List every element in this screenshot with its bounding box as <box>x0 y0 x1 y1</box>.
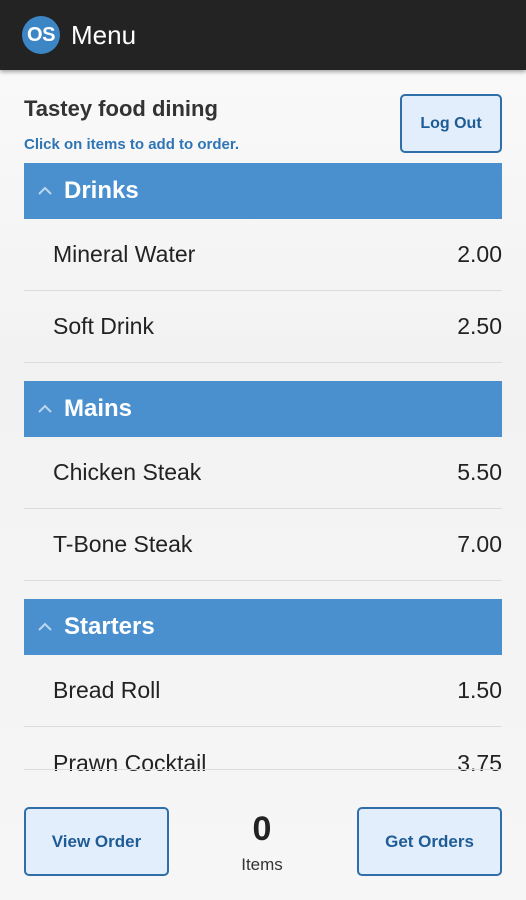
item-price: 1.50 <box>457 677 502 703</box>
item-name: Mineral Water <box>53 241 196 267</box>
menu-item-soft-drink[interactable]: Soft Drink 2.50 <box>24 291 502 363</box>
section-title: Drinks <box>64 177 139 204</box>
logout-button[interactable]: Log Out <box>400 94 502 153</box>
chevron-up-icon <box>38 186 52 195</box>
item-name: Prawn Cocktail <box>53 749 207 776</box>
item-name: Chicken Steak <box>53 459 202 485</box>
item-price: 2.00 <box>457 241 502 267</box>
app-bar: OS Menu <box>0 0 526 70</box>
menu-item-chicken-steak[interactable]: Chicken Steak 5.50 <box>24 437 502 509</box>
chevron-up-icon <box>38 622 52 631</box>
section-header-mains[interactable]: Mains <box>24 381 502 437</box>
item-name: T-Bone Steak <box>53 531 193 557</box>
item-price: 2.50 <box>457 313 502 339</box>
order-item-count-label: Items <box>241 855 283 874</box>
section-title: Mains <box>64 395 133 422</box>
section-header-starters[interactable]: Starters <box>24 599 502 655</box>
menu-item-prawn-cocktail[interactable]: Prawn Cocktail 3.75 <box>24 727 502 799</box>
divider <box>24 769 502 770</box>
chevron-up-icon <box>38 404 52 413</box>
view-order-button[interactable]: View Order <box>24 807 169 876</box>
menu-item-bread-roll[interactable]: Bread Roll 1.50 <box>24 655 502 727</box>
section-title: Starters <box>64 613 155 640</box>
app-title: Menu <box>71 19 137 50</box>
section-header-drinks[interactable]: Drinks <box>24 163 502 219</box>
menu-list: Drinks Mineral Water 2.00 Soft Drink 2.5… <box>24 163 502 799</box>
restaurant-name: Tastey food dining <box>24 96 218 121</box>
app-logo: OS <box>22 16 60 54</box>
get-orders-button[interactable]: Get Orders <box>357 807 502 876</box>
instruction-text: Click on items to add to order. <box>24 136 240 153</box>
menu-item-mineral-water[interactable]: Mineral Water 2.00 <box>24 219 502 291</box>
item-price: 7.00 <box>457 531 502 557</box>
item-price: 5.50 <box>457 459 502 485</box>
order-item-count: 0 <box>252 810 272 848</box>
item-name: Soft Drink <box>53 313 154 339</box>
menu-item-t-bone-steak[interactable]: T-Bone Steak 7.00 <box>24 509 502 581</box>
item-price: 3.75 <box>457 749 502 776</box>
item-name: Bread Roll <box>53 677 161 703</box>
